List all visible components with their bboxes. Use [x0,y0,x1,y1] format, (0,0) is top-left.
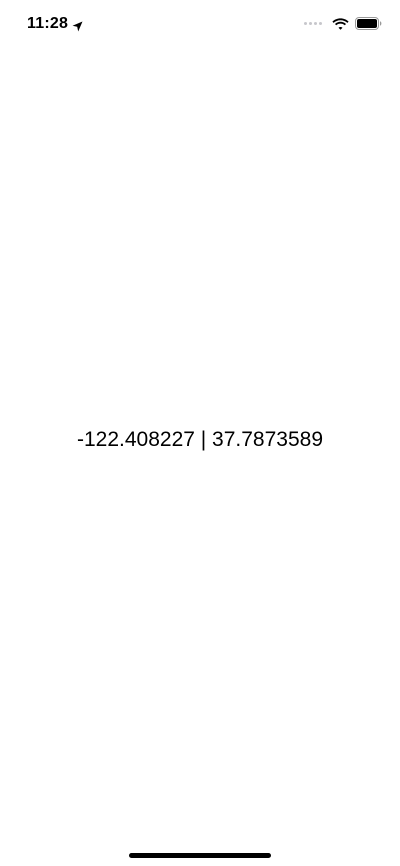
status-time: 11:28 [27,15,69,32]
location-arrow-icon [72,19,83,31]
wifi-icon [332,17,349,30]
battery-icon [355,17,382,30]
status-right-icons [304,17,382,30]
status-bar: 11:28 [0,0,400,48]
cellular-dots-icon [304,22,322,25]
status-time-group: 11:28 [27,15,83,33]
home-indicator[interactable] [129,853,271,858]
coordinates-label: -122.408227 | 37.7873589 [76,428,323,451]
